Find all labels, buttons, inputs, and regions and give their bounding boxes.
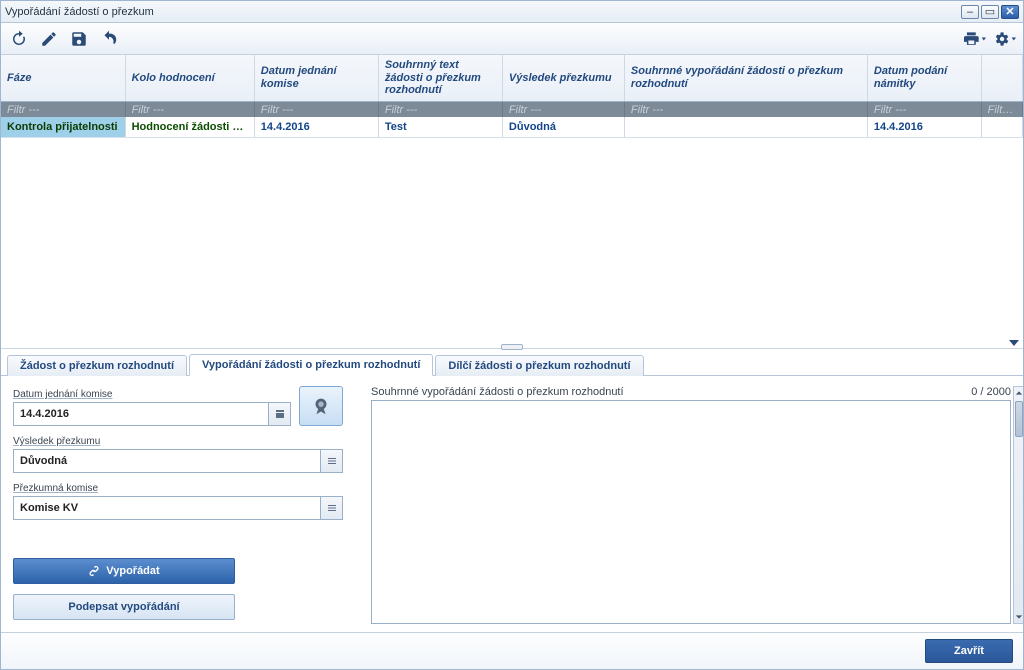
dialog-window: Vypořádání žádostí o přezkum – ▭ ✕ [0,0,1024,670]
print-icon [964,30,986,48]
scroll-down-button[interactable] [1014,611,1023,623]
grid-row[interactable]: Kontrola přijatelnosti Hodnocení žádosti… [1,117,1023,138]
undo-button[interactable] [97,27,121,51]
chevron-up-icon [1015,389,1023,397]
calendar-icon [274,408,286,420]
tab-vyporadani[interactable]: Vypořádání žádosti o přezkum rozhodnutí [189,354,433,376]
cell-text[interactable]: Test [378,117,502,138]
form-right-column: Souhrnné vypořádání žádosti o přezkum ro… [371,386,1011,624]
window-maximize-button[interactable]: ▭ [981,5,999,19]
undo-icon [100,30,118,48]
filter-extra[interactable]: Filtr --- [981,101,1022,117]
edit-button[interactable] [37,27,61,51]
window-minimize-button[interactable]: – [961,5,979,19]
cell-extra[interactable] [981,117,1022,138]
komise-picker-button[interactable] [320,497,342,519]
cell-vypo[interactable] [624,117,867,138]
form-scrollbar[interactable] [1013,386,1023,624]
cell-kolo[interactable]: Hodnocení žádosti o po [125,117,254,138]
list-icon [326,502,338,514]
close-button[interactable]: Zavřít [925,639,1013,663]
char-counter: 0 / 2000 [971,386,1011,398]
tab-zadost[interactable]: Žádost o přezkum rozhodnutí [7,355,187,376]
refresh-icon [10,30,28,48]
tabs: Žádost o přezkum rozhodnutí Vypořádání ž… [1,353,1023,376]
refresh-button[interactable] [7,27,31,51]
form-left-column: Datum jednání komise 14.4.2016 [13,386,343,624]
col-text[interactable]: Souhrnný text žádosti o přezkum rozhodnu… [378,55,502,101]
toolbar [1,23,1023,55]
chevron-down-icon [1015,613,1023,621]
cell-vysl[interactable]: Důvodná [502,117,624,138]
filter-vysl[interactable]: Filtr --- [502,101,624,117]
titlebar: Vypořádání žádostí o přezkum – ▭ ✕ [1,1,1023,23]
filter-faze[interactable]: Filtr --- [1,101,125,117]
col-vypo[interactable]: Souhrnné vypořádání žádosti o přezkum ro… [624,55,867,101]
gear-icon [994,30,1016,48]
datum-label: Datum jednání komise [13,389,291,400]
filter-vypo[interactable]: Filtr --- [624,101,867,117]
collapse-arrow-icon[interactable] [1009,340,1019,346]
tab-dilci[interactable]: Dílčí žádosti o přezkum rozhodnutí [435,355,643,376]
link-icon [88,565,100,577]
seal-button[interactable] [299,386,343,426]
col-namitky[interactable]: Datum podání námitky [867,55,981,101]
filter-nam[interactable]: Filtr --- [867,101,981,117]
scroll-thumb[interactable] [1015,401,1023,437]
settings-button[interactable] [993,27,1017,51]
close-label: Zavřít [954,645,984,657]
datum-picker-button[interactable] [268,403,290,425]
vyporadat-button[interactable]: Vypořádat [13,558,235,584]
grid: Fáze Kolo hodnocení Datum jednání komise… [1,55,1023,349]
komise-label: Přezkumná komise [13,483,343,494]
vysledek-value: Důvodná [20,455,67,467]
save-button[interactable] [67,27,91,51]
cell-nam[interactable]: 14.4.2016 [867,117,981,138]
list-icon [326,455,338,467]
datum-input[interactable]: 14.4.2016 [13,402,291,426]
col-vysl[interactable]: Výsledek přezkumu [502,55,624,101]
col-extra[interactable] [981,55,1022,101]
edit-icon [40,30,58,48]
filter-datum[interactable]: Filtr --- [254,101,378,117]
grid-header-row: Fáze Kolo hodnocení Datum jednání komise… [1,55,1023,101]
footer: Zavřít [1,632,1023,669]
souhrnne-textarea[interactable] [371,400,1011,624]
col-faze[interactable]: Fáze [1,55,125,101]
podepsat-button[interactable]: Podepsat vypořádání [13,594,235,620]
komise-value: Komise KV [20,502,78,514]
datum-value: 14.4.2016 [20,408,69,420]
col-datum[interactable]: Datum jednání komise [254,55,378,101]
scroll-up-button[interactable] [1014,387,1023,399]
grid-filter-row: Filtr --- Filtr --- Filtr --- Filtr --- … [1,101,1023,117]
print-button[interactable] [963,27,987,51]
save-icon [70,30,88,48]
vysledek-input[interactable]: Důvodná [13,449,343,473]
komise-input[interactable]: Komise KV [13,496,343,520]
cell-datum[interactable]: 14.4.2016 [254,117,378,138]
podepsat-label: Podepsat vypořádání [68,601,179,613]
vysledek-picker-button[interactable] [320,450,342,472]
filter-kolo[interactable]: Filtr --- [125,101,254,117]
grid-empty-area [1,138,1023,348]
col-kolo[interactable]: Kolo hodnocení [125,55,254,101]
form-pane: Datum jednání komise 14.4.2016 [1,376,1023,632]
window-close-button[interactable]: ✕ [1001,5,1019,19]
textarea-label: Souhrnné vypořádání žádosti o přezkum ro… [371,386,624,398]
vyporadat-label: Vypořádat [106,565,159,577]
filter-text[interactable]: Filtr --- [378,101,502,117]
vysledek-label: Výsledek přezkumu [13,436,343,447]
splitter-handle[interactable] [501,344,523,350]
seal-icon [310,395,332,417]
cell-faze[interactable]: Kontrola přijatelnosti [1,117,125,138]
window-title: Vypořádání žádostí o přezkum [5,6,959,18]
